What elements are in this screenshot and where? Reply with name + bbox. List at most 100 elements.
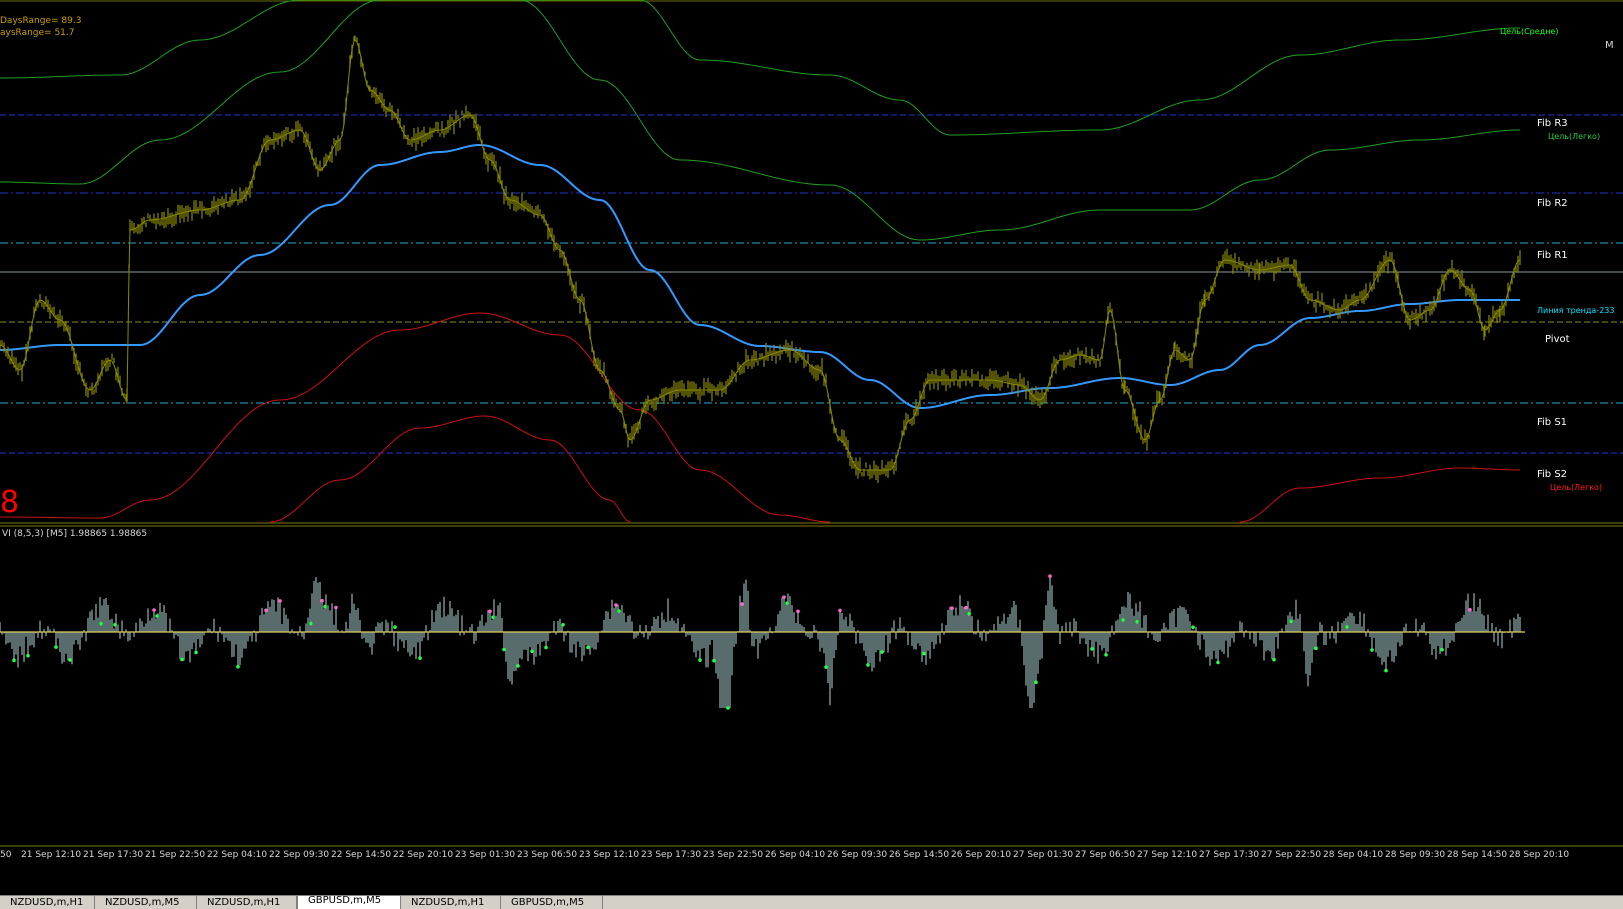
indicator-dot-pink	[278, 599, 282, 603]
indicator-dot-green	[418, 656, 422, 661]
indicator-dot-green	[113, 622, 117, 627]
price-line	[0, 39, 1521, 471]
time-label: 28 Sep 04:10	[1323, 850, 1384, 860]
time-label: 23 Sep 17:30	[641, 850, 702, 860]
indicator-dot-green	[180, 657, 184, 662]
time-label: 21 Sep 12:10	[21, 850, 82, 860]
time-label: 22 Sep 09:30	[269, 850, 330, 860]
indicator-dot-green	[785, 601, 789, 605]
time-label: 23 Sep 01:30	[455, 850, 516, 860]
indicator-histogram	[0, 576, 1521, 708]
indicator-dot-pink	[838, 608, 842, 613]
right-edge-label: M	[1605, 40, 1614, 51]
indicator-dot-pink	[488, 609, 492, 614]
tab-nzdusd-h1-3[interactable]: NZDUSD,m,H1	[401, 896, 501, 909]
band-red-inner-right	[1239, 467, 1521, 523]
indicator-dot-pink	[950, 606, 954, 611]
fib-r3-label: Fib R3	[1537, 118, 1568, 129]
panel-separator	[0, 522, 1623, 527]
time-label: 26 Sep 14:50	[889, 850, 950, 860]
chart-canvas[interactable]	[0, 0, 1623, 895]
indicator-dot-pink	[334, 605, 338, 610]
time-label: 23 Sep 12:10	[579, 850, 640, 860]
time-label: 27 Sep 17:30	[1199, 850, 1260, 860]
indicator-dot-green	[922, 651, 926, 656]
tab-nzdusd-h1-1[interactable]: NZDUSD,m,H1	[0, 896, 95, 909]
tab-nzdusd-m5[interactable]: NZDUSD,m,M5	[95, 896, 197, 909]
days-range-info-2: aysRange= 51.7	[0, 28, 75, 38]
tab-gbpusd-m5-active[interactable]: GBPUSD,m,M5	[297, 896, 401, 909]
indicator-dot-green	[1090, 647, 1094, 651]
indicator-dot-pink	[1048, 574, 1052, 578]
tab-nzdusd-h1-2[interactable]: NZDUSD,m,H1	[197, 896, 297, 909]
pivot-label: Pivot	[1545, 334, 1570, 345]
indicator-dot-green	[323, 604, 327, 609]
fib-s1-label: Fib S1	[1537, 417, 1568, 428]
indicator-dot-green	[68, 658, 72, 662]
time-label: 23 Sep 06:50	[517, 850, 578, 860]
indicator-dot-green	[561, 622, 565, 627]
time-label: 28 Sep 20:10	[1509, 850, 1570, 860]
indicator-dot-pink	[796, 609, 800, 614]
indicator-dot-green	[54, 645, 58, 649]
indicator-dot-green	[1104, 653, 1108, 657]
fib-r1-label: Fib R1	[1537, 250, 1568, 261]
time-label: 28 Sep 09:30	[1385, 850, 1446, 860]
indicator-dot-pink	[964, 605, 968, 610]
time-label: 22 Sep 04:10	[207, 850, 268, 860]
chart-tabs: NZDUSD,m,H1 NZDUSD,m,M5 NZDUSD,m,H1 GBPU…	[0, 895, 1623, 909]
target-mid-up-label: Цель(Средне)	[1500, 27, 1559, 36]
indicator-dot-pink	[264, 608, 268, 613]
indicator-dot-green	[1289, 619, 1293, 624]
band-red-outer	[269, 415, 631, 523]
indicator-dot-green	[617, 609, 621, 613]
indicator-dot-green	[194, 650, 198, 655]
days-range-info-1: DaysRange= 89.3	[0, 16, 82, 26]
indicator-dot-green	[236, 664, 240, 669]
indicator-dot-green	[1191, 625, 1195, 630]
big-red-counter: 8	[0, 485, 20, 520]
indicator-dot-green	[530, 649, 534, 654]
indicator-dot-green	[1370, 648, 1374, 652]
indicator-dot-pink	[152, 608, 156, 612]
fib-r2-label: Fib R2	[1537, 198, 1568, 209]
indicator-dot-green	[880, 650, 884, 654]
indicator-dot-green	[1384, 668, 1388, 673]
indicator-dot-green	[309, 621, 313, 626]
time-label: 27 Sep 12:10	[1137, 850, 1198, 860]
indicator-dot-pink	[782, 595, 786, 599]
time-label: 22 Sep 20:10	[393, 850, 454, 860]
indicator-dot-green	[824, 665, 828, 669]
indicator-dot-green	[393, 625, 397, 629]
indicator-dot-green	[544, 645, 548, 650]
indicator-dot-green	[1216, 660, 1220, 665]
indicator-dot-green	[712, 658, 716, 663]
indicator-dot-green	[1314, 646, 1318, 651]
trading-terminal: DaysRange= 89.3 aysRange= 51.7 Цель(Сред…	[0, 0, 1623, 909]
time-label: 26 Sep 20:10	[951, 850, 1012, 860]
time-label: 28 Sep 14:50	[1447, 850, 1508, 860]
indicator-dot-pink	[740, 602, 744, 606]
tab-gbpusd-m5-2[interactable]: GBPUSD,m,M5	[501, 896, 603, 909]
indicator-dot-green	[1135, 620, 1139, 624]
indicator-title: VI (8,5,3) [M5] 1.98865 1.98865	[2, 529, 148, 539]
indicator-dot-green	[502, 647, 506, 652]
indicator-dot-green	[12, 658, 16, 663]
time-label: 27 Sep 01:30	[1013, 850, 1074, 860]
indicator-dot-green	[1440, 647, 1444, 652]
fib-s2-label: Fib S2	[1537, 469, 1568, 480]
price-chart	[0, 0, 1623, 523]
indicator-dot-pink	[614, 603, 618, 607]
indicator-dot-green	[698, 658, 702, 662]
time-label: 22 Sep 14:50	[331, 850, 392, 860]
indicator-dot-pink	[1468, 607, 1472, 612]
time-label: 50	[0, 850, 12, 860]
time-axis: 50 21 Sep 12:10 21 Sep 17:30 21 Sep 22:50 22…	[0, 848, 1623, 866]
time-label: 26 Sep 04:10	[765, 850, 826, 860]
target-easy-up-label: Цель(Легко)	[1548, 132, 1601, 141]
indicator-dot-green	[1121, 618, 1125, 622]
time-label: 21 Sep 17:30	[83, 850, 144, 860]
indicator-dot-green	[726, 706, 730, 710]
trend-line-label: Линия тренда-233	[1537, 306, 1615, 315]
indicator-dot-green	[866, 663, 870, 667]
